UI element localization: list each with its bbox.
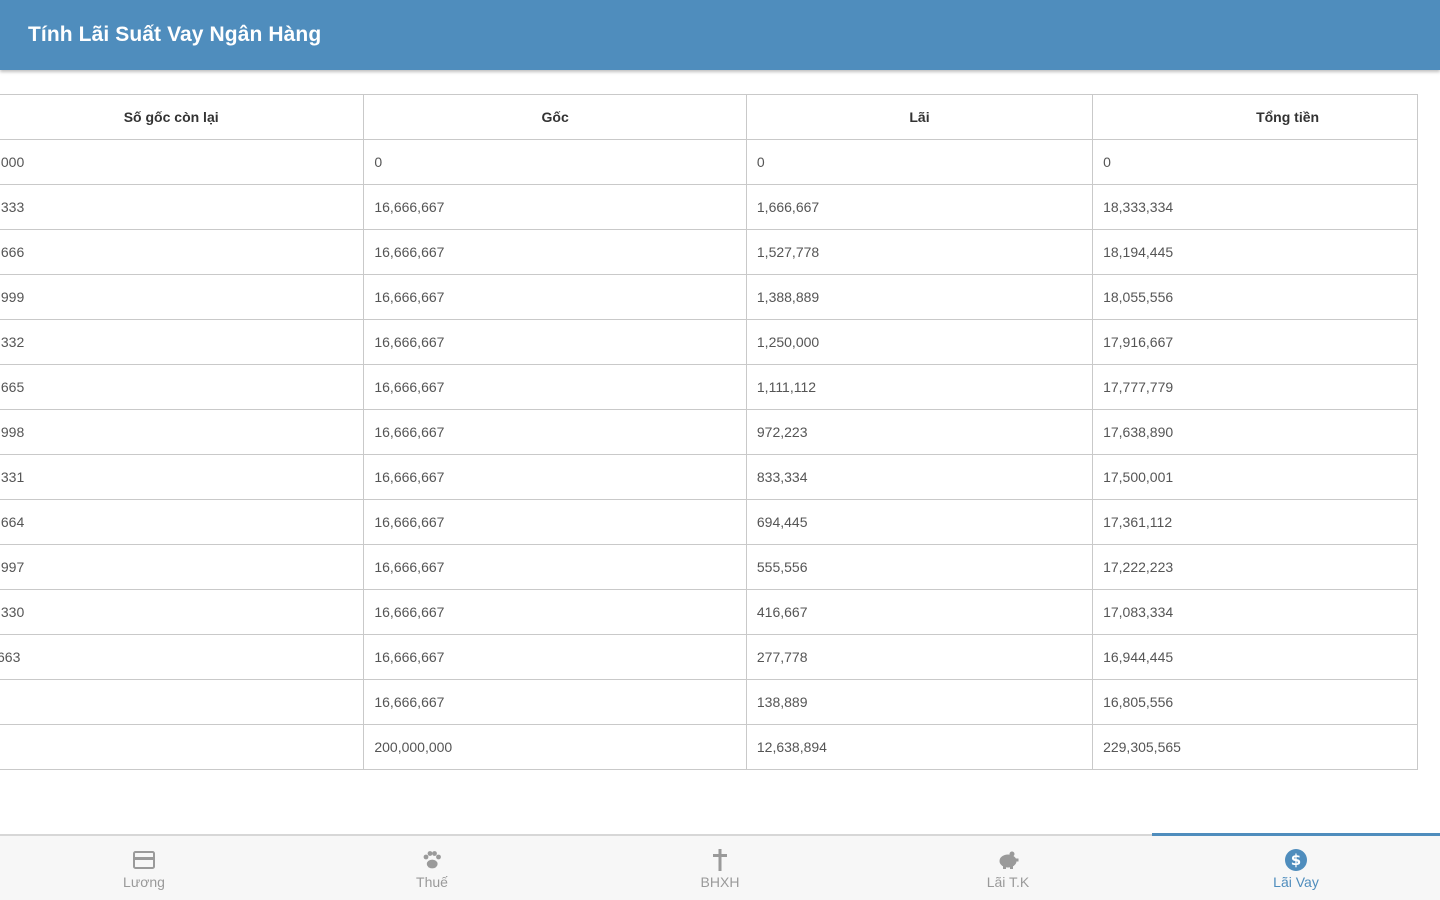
tab-lai-vay[interactable]: $ Lãi Vay xyxy=(1152,833,1440,900)
remaining-principal-cell: ,666 xyxy=(0,229,365,275)
remaining-principal-cell xyxy=(0,679,365,725)
tab-bhxh[interactable]: BHXH xyxy=(576,836,864,900)
column-header-principal: Gốc xyxy=(363,94,747,140)
tab-label: Thuế xyxy=(416,874,448,890)
column-header-interest: Lãi xyxy=(745,94,1094,140)
principal-cell: 16,666,667 xyxy=(363,499,747,545)
table-row: ,000000 xyxy=(0,139,1418,185)
total-cell: 17,083,334 xyxy=(1092,589,1418,635)
total-cell: 18,194,445 xyxy=(1092,229,1418,275)
remaining-principal-cell: ,665 xyxy=(0,364,365,410)
remaining-principal-cell: ,998 xyxy=(0,409,365,455)
tab-luong[interactable]: Lương xyxy=(0,836,288,900)
interest-cell: 277,778 xyxy=(745,634,1094,680)
principal-cell: 16,666,667 xyxy=(363,184,747,230)
total-cell: 17,222,223 xyxy=(1092,544,1418,590)
interest-cell: 833,334 xyxy=(745,454,1094,500)
principal-cell: 16,666,667 xyxy=(363,319,747,365)
interest-cell: 1,388,889 xyxy=(745,274,1094,320)
table-row: ,33316,666,6671,666,66718,333,334 xyxy=(0,184,1418,230)
principal-cell: 16,666,667 xyxy=(363,409,747,455)
principal-cell: 16,666,667 xyxy=(363,634,747,680)
column-header-remaining-principal: Số gốc còn lại xyxy=(0,94,365,140)
svg-text:$: $ xyxy=(1291,851,1301,869)
bottom-tab-bar: Lương Thuế BHXH Lãi T.K $ Lãi Vay xyxy=(0,833,1440,900)
remaining-principal-cell: ,332 xyxy=(0,319,365,365)
tab-label: Lương xyxy=(123,874,165,890)
tab-lai-tk[interactable]: Lãi T.K xyxy=(864,836,1152,900)
table-row: 66316,666,667277,77816,944,445 xyxy=(0,634,1418,680)
total-cell: 17,916,667 xyxy=(1092,319,1418,365)
interest-cell: 694,445 xyxy=(745,499,1094,545)
table-row: ,33216,666,6671,250,00017,916,667 xyxy=(0,319,1418,365)
remaining-principal-cell: ,000 xyxy=(0,139,365,185)
principal-cell: 16,666,667 xyxy=(363,364,747,410)
cross-icon xyxy=(708,848,732,872)
interest-cell: 1,527,778 xyxy=(745,229,1094,275)
piggy-bank-icon xyxy=(996,848,1020,872)
card-icon xyxy=(132,848,156,872)
table-row: ,66416,666,667694,44517,361,112 xyxy=(0,499,1418,545)
interest-cell: 138,889 xyxy=(745,679,1094,725)
table-row: ,66616,666,6671,527,77818,194,445 xyxy=(0,229,1418,275)
total-cell: 18,055,556 xyxy=(1092,274,1418,320)
principal-cell: 16,666,667 xyxy=(363,229,747,275)
principal-cell: 200,000,000 xyxy=(363,724,747,770)
remaining-principal-cell: ,333 xyxy=(0,184,365,230)
tab-label: Lãi T.K xyxy=(986,874,1030,890)
interest-cell: 1,666,667 xyxy=(745,184,1094,230)
total-cell: 17,500,001 xyxy=(1092,454,1418,500)
tab-label: BHXH xyxy=(700,874,740,890)
table-header-row: Số gốc còn lại Gốc Lãi Tổng tiền xyxy=(0,94,1418,140)
interest-cell: 12,638,894 xyxy=(745,724,1094,770)
total-cell: 17,361,112 xyxy=(1092,499,1418,545)
principal-cell: 16,666,667 xyxy=(363,679,747,725)
interest-cell: 972,223 xyxy=(745,409,1094,455)
table-row: ,99816,666,667972,22317,638,890 xyxy=(0,409,1418,455)
remaining-principal-cell: ,999 xyxy=(0,274,365,320)
table-row: 200,000,000 12,638,894 229,305,565 xyxy=(0,724,1418,770)
column-header-total: Tổng tiền xyxy=(1092,94,1418,140)
interest-cell: 1,111,112 xyxy=(745,364,1094,410)
remaining-principal-cell: ,664 xyxy=(0,499,365,545)
dollar-icon: $ xyxy=(1284,848,1308,872)
page-title: Tính Lãi Suất Vay Ngân Hàng xyxy=(28,23,322,46)
principal-cell: 16,666,667 xyxy=(363,274,747,320)
principal-cell: 16,666,667 xyxy=(363,544,747,590)
paw-icon xyxy=(420,848,444,872)
interest-cell: 0 xyxy=(745,139,1094,185)
remaining-principal-cell: ,330 xyxy=(0,589,365,635)
total-cell: 18,333,334 xyxy=(1092,184,1418,230)
total-cell: 17,638,890 xyxy=(1092,409,1418,455)
table-row: ,99716,666,667555,55617,222,223 xyxy=(0,544,1418,590)
table-row: ,66516,666,6671,111,11217,777,779 xyxy=(0,364,1418,410)
principal-cell: 0 xyxy=(363,139,747,185)
interest-cell: 555,556 xyxy=(745,544,1094,590)
loan-schedule-table: Số gốc còn lại Gốc Lãi Tổng tiền ,000000… xyxy=(0,94,1418,770)
remaining-principal-cell: ,997 xyxy=(0,544,365,590)
interest-cell: 416,667 xyxy=(745,589,1094,635)
remaining-principal-cell: ,331 xyxy=(0,454,365,500)
principal-cell: 16,666,667 xyxy=(363,454,747,500)
table-body: ,000000,33316,666,6671,666,66718,333,334… xyxy=(0,139,1418,770)
table-row: ,99916,666,6671,388,88918,055,556 xyxy=(0,274,1418,320)
table-row: ,33016,666,667416,66717,083,334 xyxy=(0,589,1418,635)
schedule-table-container[interactable]: Số gốc còn lại Gốc Lãi Tổng tiền ,000000… xyxy=(0,94,1440,806)
table-row: ,33116,666,667833,33417,500,001 xyxy=(0,454,1418,500)
total-cell: 17,777,779 xyxy=(1092,364,1418,410)
tab-thue[interactable]: Thuế xyxy=(288,836,576,900)
remaining-principal-cell xyxy=(0,724,365,770)
interest-cell: 1,250,000 xyxy=(745,319,1094,365)
total-cell: 16,805,556 xyxy=(1092,679,1418,725)
app-header: Tính Lãi Suất Vay Ngân Hàng xyxy=(0,0,1440,70)
remaining-principal-cell: 663 xyxy=(0,634,365,680)
total-cell: 229,305,565 xyxy=(1092,724,1418,770)
table-row: 16,666,667 138,889 16,805,556 xyxy=(0,679,1418,725)
total-cell: 0 xyxy=(1092,139,1418,185)
principal-cell: 16,666,667 xyxy=(363,589,747,635)
tab-label: Lãi Vay xyxy=(1273,874,1319,890)
total-cell: 16,944,445 xyxy=(1092,634,1418,680)
